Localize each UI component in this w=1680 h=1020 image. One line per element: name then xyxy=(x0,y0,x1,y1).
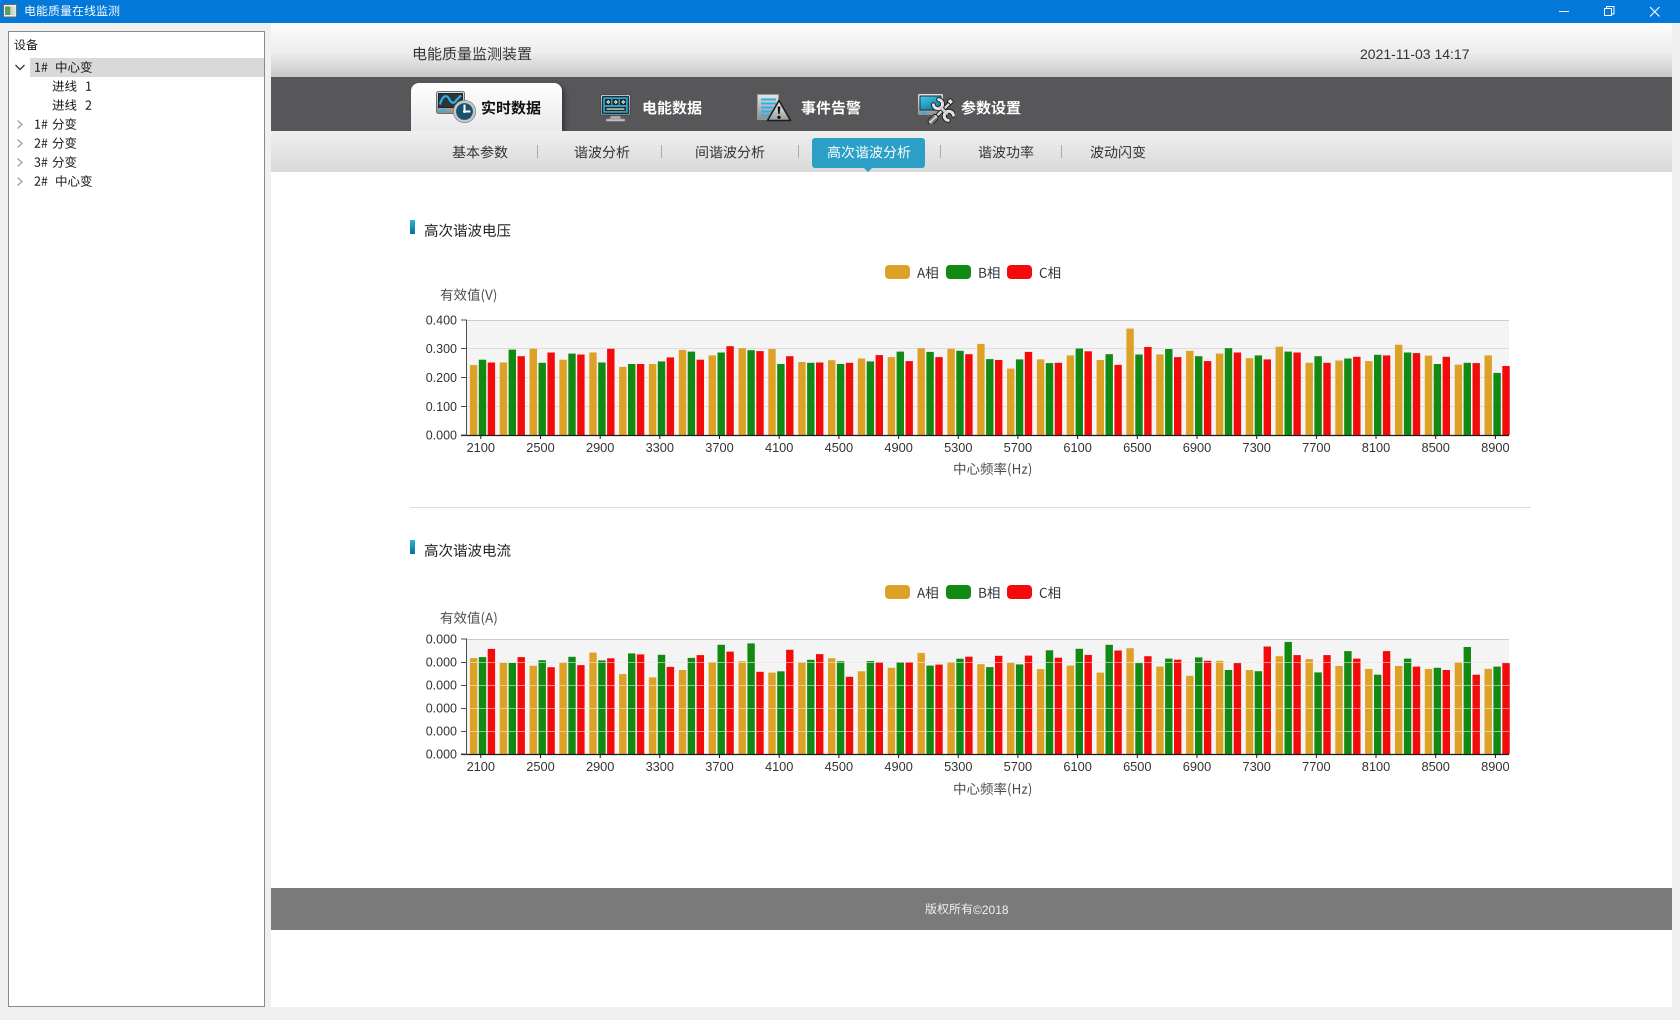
svg-text:8900: 8900 xyxy=(1481,440,1509,455)
svg-text:7700: 7700 xyxy=(1302,759,1330,774)
svg-text:8500: 8500 xyxy=(1421,759,1449,774)
svg-text:2100: 2100 xyxy=(467,440,495,455)
svg-text:0.000: 0.000 xyxy=(426,429,457,443)
svg-text:5700: 5700 xyxy=(1004,759,1032,774)
svg-text:2500: 2500 xyxy=(526,759,554,774)
svg-text:5300: 5300 xyxy=(944,440,972,455)
svg-text:7300: 7300 xyxy=(1242,440,1270,455)
svg-text:0.000: 0.000 xyxy=(426,748,457,762)
svg-text:6900: 6900 xyxy=(1183,440,1211,455)
svg-text:8100: 8100 xyxy=(1362,759,1390,774)
svg-text:0.000: 0.000 xyxy=(426,725,457,739)
svg-text:0.100: 0.100 xyxy=(426,400,457,414)
svg-text:0.000: 0.000 xyxy=(426,702,457,716)
svg-text:0.000: 0.000 xyxy=(426,633,457,647)
svg-text:0.000: 0.000 xyxy=(426,679,457,693)
svg-text:6100: 6100 xyxy=(1063,759,1091,774)
svg-text:5700: 5700 xyxy=(1004,440,1032,455)
svg-text:4500: 4500 xyxy=(825,440,853,455)
svg-text:2500: 2500 xyxy=(526,440,554,455)
svg-text:2900: 2900 xyxy=(586,759,614,774)
svg-text:0.000: 0.000 xyxy=(426,656,457,670)
svg-text:4900: 4900 xyxy=(884,759,912,774)
svg-text:3700: 3700 xyxy=(705,440,733,455)
svg-text:8100: 8100 xyxy=(1362,440,1390,455)
svg-text:8500: 8500 xyxy=(1421,440,1449,455)
svg-text:4900: 4900 xyxy=(884,440,912,455)
svg-text:6500: 6500 xyxy=(1123,759,1151,774)
svg-text:3300: 3300 xyxy=(646,759,674,774)
svg-text:2100: 2100 xyxy=(467,759,495,774)
svg-text:6500: 6500 xyxy=(1123,440,1151,455)
svg-text:6100: 6100 xyxy=(1063,440,1091,455)
svg-text:5300: 5300 xyxy=(944,759,972,774)
svg-text:2900: 2900 xyxy=(586,440,614,455)
svg-text:4500: 4500 xyxy=(825,759,853,774)
svg-text:3300: 3300 xyxy=(646,440,674,455)
svg-text:7700: 7700 xyxy=(1302,440,1330,455)
svg-text:0.200: 0.200 xyxy=(426,371,457,385)
svg-text:6900: 6900 xyxy=(1183,759,1211,774)
svg-text:3700: 3700 xyxy=(705,759,733,774)
svg-text:4100: 4100 xyxy=(765,440,793,455)
svg-text:8900: 8900 xyxy=(1481,759,1509,774)
svg-text:7300: 7300 xyxy=(1242,759,1270,774)
svg-text:0.400: 0.400 xyxy=(426,314,457,328)
svg-text:4100: 4100 xyxy=(765,759,793,774)
svg-text:0.300: 0.300 xyxy=(426,342,457,356)
